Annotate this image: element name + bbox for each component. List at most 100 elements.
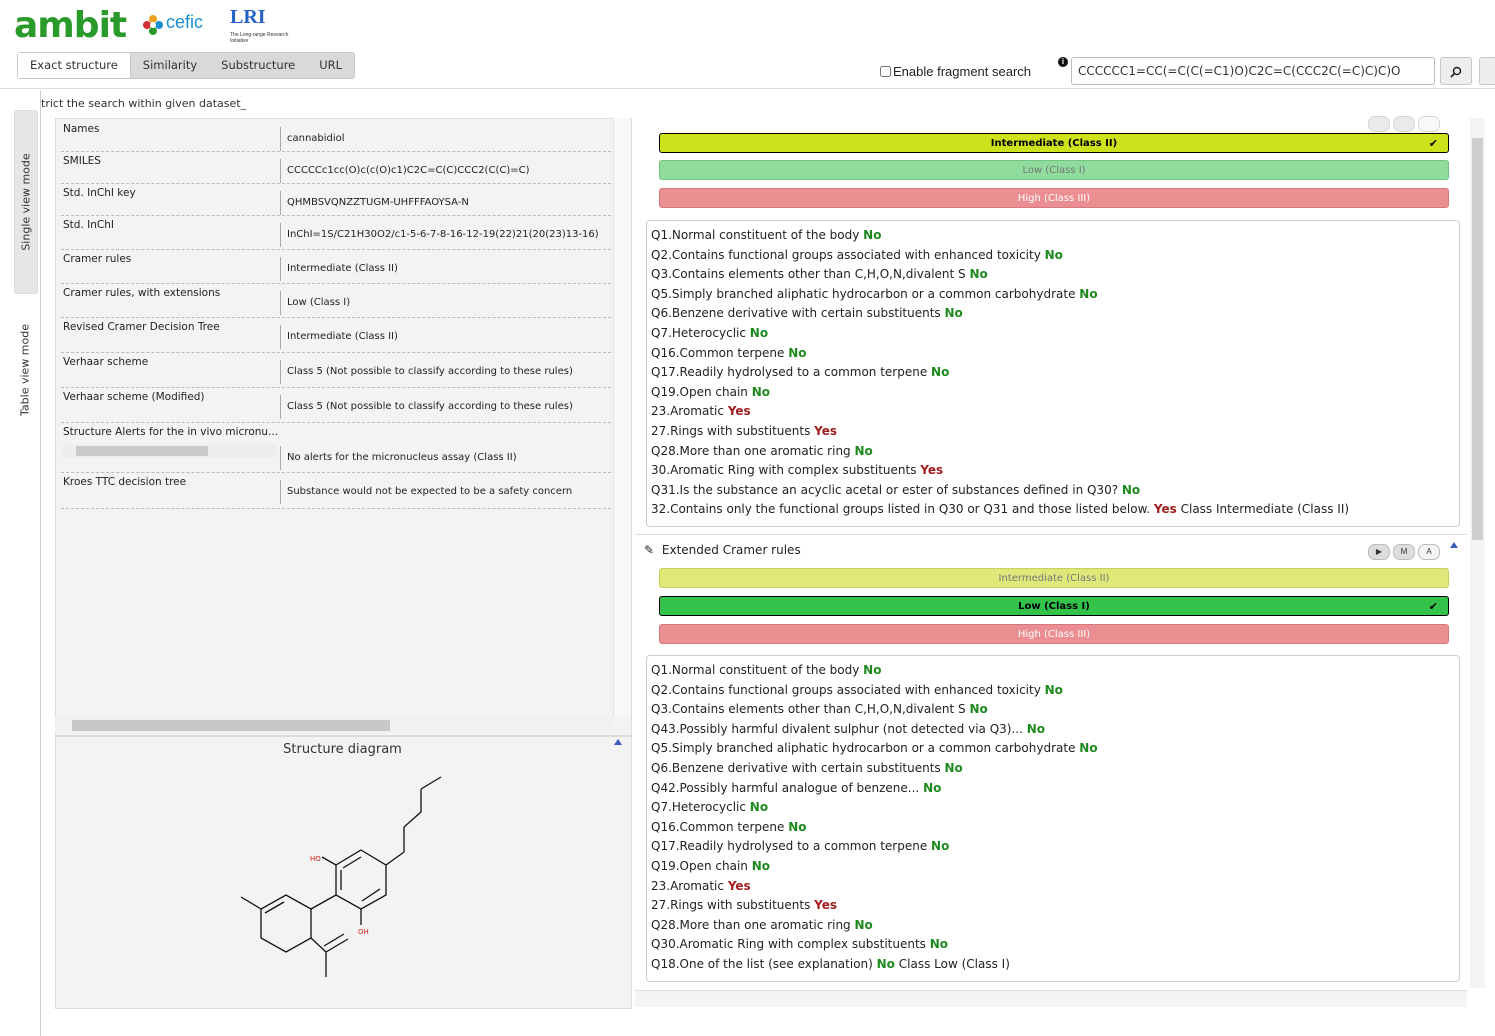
answer-text: No xyxy=(751,859,771,873)
property-value: CCCCCc1cc(O)c(c(O)c1)C2C=C(C)CCC2(C(C)=C… xyxy=(280,159,627,183)
search-button[interactable] xyxy=(1440,57,1472,85)
m-button[interactable] xyxy=(1393,116,1415,132)
answer-text: No xyxy=(749,326,769,340)
property-value: Low (Class I) xyxy=(280,291,627,315)
class-intermediate-button[interactable]: Intermediate (Class II) ✔ xyxy=(659,133,1449,153)
question-line: Q16.Common terpene No xyxy=(651,346,807,360)
question-text: Q18.One of the list (see explanation) xyxy=(651,957,877,971)
answer-text: No xyxy=(749,800,769,815)
property-value: Class 5 (Not possible to classify accord… xyxy=(280,360,627,384)
restrict-dataset-link[interactable]: trict the search within given dataset_ xyxy=(41,97,246,110)
class-low-button[interactable]: Low (Class I) ✔ xyxy=(659,596,1449,616)
a-button[interactable] xyxy=(1418,116,1440,132)
info-icon[interactable]: i xyxy=(1058,57,1068,67)
answer-text: No xyxy=(1026,721,1046,736)
answer-text: No xyxy=(788,345,807,360)
a-button[interactable]: A xyxy=(1418,544,1440,560)
answer-text: No xyxy=(788,819,807,834)
table-row: Names cannabidiol xyxy=(61,119,611,152)
class-label: Low (Class I) xyxy=(1022,165,1086,176)
class-high-button[interactable]: High (Class III) xyxy=(659,624,1449,644)
answer-text: No xyxy=(931,365,950,380)
question-line: Q17.Readily hydrolysed to a common terpe… xyxy=(651,839,949,853)
cefic-logo: cefic xyxy=(166,12,204,32)
answer-text: No xyxy=(863,228,882,242)
table-row: SMILES CCCCCc1cc(O)c(c(O)c1)C2C=C(C)CCC2… xyxy=(61,151,611,184)
play-button[interactable]: ▶ xyxy=(1368,544,1390,560)
answer-text: No xyxy=(751,384,771,399)
class-low-button[interactable]: Low (Class I) xyxy=(659,160,1449,180)
right-horizontal-scrollbar[interactable] xyxy=(635,990,1467,1007)
question-text: 23.Aromatic xyxy=(651,878,728,893)
tab-exact-structure[interactable]: Exact structure xyxy=(18,53,131,78)
structure-diagram-title: Structure diagram xyxy=(283,742,402,757)
question-text: Q42.Possibly harmful analogue of benzene… xyxy=(651,780,924,795)
question-text: Q2.Contains functional groups associated… xyxy=(651,682,1045,697)
question-line: Q1.Normal constituent of the body No xyxy=(651,663,881,677)
answer-text: No xyxy=(929,937,949,952)
question-text: Q5.Simply branched aliphatic hydrocarbon… xyxy=(651,741,1080,756)
answer-text: No xyxy=(969,267,988,282)
side-divider xyxy=(40,90,41,1036)
question-text: 30.Aromatic Ring with complex substituen… xyxy=(651,463,921,478)
property-value: No alerts for the micronucleus assay (Cl… xyxy=(280,446,627,470)
question-line: Q6.Benzene derivative with certain subst… xyxy=(651,306,963,320)
answer-text: No xyxy=(944,761,963,775)
pencil-icon[interactable]: ✎ xyxy=(644,543,654,557)
class-label: Low (Class I) xyxy=(1018,601,1090,612)
tab-substructure[interactable]: Substructure xyxy=(209,53,307,78)
property-value: Substance would not be expected to be a … xyxy=(280,480,627,504)
property-value: InChI=1S/C21H30O2/c1-5-6-7-8-16-12-19(22… xyxy=(280,223,627,247)
properties-vertical-scrollbar[interactable] xyxy=(613,118,631,716)
answer-text: No xyxy=(931,839,950,854)
answer-text: No xyxy=(1079,741,1098,756)
question-line: Q42.Possibly harmful analogue of benzene… xyxy=(651,781,941,795)
question-line: 23.Aromatic Yes xyxy=(651,879,751,893)
question-line: Q16.Common terpene No xyxy=(651,820,807,834)
question-text: Q31.Is the substance an acyclic acetal o… xyxy=(651,482,1122,497)
properties-table: Names cannabidiol SMILES CCCCCc1cc(O)c(c… xyxy=(55,118,632,736)
question-text: Q43.Possibly harmful divalent sulphur (n… xyxy=(651,721,1027,736)
question-text: Q17.Readily hydrolysed to a common terpe… xyxy=(651,365,932,380)
options-button[interactable] xyxy=(1479,57,1495,85)
smiles-search-input[interactable] xyxy=(1071,57,1435,85)
single-view-mode-label: Single view mode xyxy=(19,153,33,251)
right-scrollbar-thumb[interactable] xyxy=(1472,138,1483,540)
cramer-controls xyxy=(1368,116,1440,132)
question-text: Q30.Aromatic Ring with complex substitue… xyxy=(651,937,930,952)
answer-text: No xyxy=(876,957,895,971)
question-line: Q3.Contains elements other than C,H,O,N,… xyxy=(651,702,988,716)
answer-text: No xyxy=(969,702,988,717)
tab-similarity[interactable]: Similarity xyxy=(131,53,209,78)
question-line: Q43.Possibly harmful divalent sulphur (n… xyxy=(651,722,1045,736)
play-button[interactable] xyxy=(1368,116,1390,132)
fragment-search-toggle[interactable]: Enable fragment search xyxy=(880,64,1031,79)
question-line: Q2.Contains functional groups associated… xyxy=(651,248,1063,262)
class-result-text: Class Low (Class I) xyxy=(894,957,1010,971)
question-text: Q1.Normal constituent of the body xyxy=(651,663,864,677)
answer-text: Yes xyxy=(1153,502,1177,517)
question-text: Q17.Readily hydrolysed to a common terpe… xyxy=(651,839,932,854)
answer-text: No xyxy=(1121,482,1141,497)
table-view-mode-tab[interactable]: Table view mode xyxy=(14,300,36,440)
m-button[interactable]: M xyxy=(1393,544,1415,560)
question-text: Q5.Simply branched aliphatic hydrocarbon… xyxy=(651,286,1080,301)
question-text: Q7.Heterocyclic xyxy=(651,326,750,340)
properties-scrollbar-thumb[interactable] xyxy=(72,720,390,731)
question-text: Q2.Contains functional groups associated… xyxy=(651,247,1045,262)
class-intermediate-button[interactable]: Intermediate (Class II) xyxy=(659,568,1449,588)
table-view-mode-label: Table view mode xyxy=(18,324,32,416)
panel-divider xyxy=(635,534,1467,535)
fragment-search-checkbox[interactable] xyxy=(880,66,891,77)
question-line: 27.Rings with substituents Yes xyxy=(651,424,837,438)
tab-url[interactable]: URL xyxy=(307,53,354,78)
single-view-mode-tab[interactable]: Single view mode xyxy=(14,110,38,294)
lri-subtitle: The Long-range Research Initiative xyxy=(230,32,289,44)
collapse-up-icon[interactable] xyxy=(1449,541,1459,549)
cell-scrollbar-thumb[interactable] xyxy=(76,446,208,456)
class-label: Intermediate (Class II) xyxy=(990,138,1118,149)
question-line: Q28.More than one aromatic ring No xyxy=(651,918,873,932)
question-line: 23.Aromatic Yes xyxy=(651,404,751,418)
class-high-button[interactable]: High (Class III) xyxy=(659,188,1449,208)
question-text: Q16.Common terpene xyxy=(651,345,789,360)
